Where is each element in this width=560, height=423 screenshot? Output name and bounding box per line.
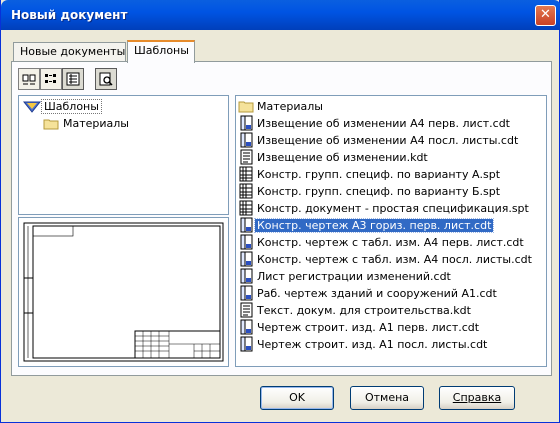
tree-item-templates[interactable]: Шаблоны [23,99,203,115]
drawing-file-icon [240,336,253,352]
list-view-icon [66,72,80,86]
help-button[interactable]: Справка [439,386,515,410]
close-button[interactable]: ✕ [535,5,556,26]
cancel-button[interactable]: Отмена [350,386,424,410]
specification-file-icon [239,166,253,182]
drawing-file-icon [240,285,253,301]
preview-toggle-icon [99,72,113,86]
templates-folder-icon [23,101,41,113]
template-preview [18,217,229,367]
specification-file-icon [239,200,253,216]
file-name: Извещение об изменении.kdt [257,151,428,164]
file-name: Констр. чертеж с табл. изм. А4 перв. лис… [257,236,524,249]
tree-item-materials[interactable]: Материалы [43,116,203,132]
file-name: Констр. групп. специф. по варианту А.spt [257,168,501,181]
drawing-file-icon [240,234,253,250]
drawing-file-icon [240,268,253,284]
preview-toggle-button[interactable] [95,68,117,90]
small-icons-view-button[interactable] [40,68,62,90]
ok-button[interactable]: OK [260,386,334,410]
tab-templates[interactable]: Шаблоны [127,40,195,63]
large-icons-view-icon [22,74,36,85]
drawing-file-icon [240,251,253,267]
list-view-button[interactable] [62,68,84,90]
drawing-preview-image [23,222,224,362]
small-icons-view-icon [45,74,56,83]
drawing-file-icon [240,217,253,233]
close-icon: ✕ [540,7,551,22]
file-name: Чертеж строит. изд. А1 перв. лист.cdt [257,321,480,334]
tree-item-materials-label: Материалы [63,117,129,130]
tab-new-documents[interactable]: Новые документы [13,42,126,61]
template-file-list[interactable]: Материалы Извещение об изменении А4 перв.… [235,95,547,367]
specification-file-icon [239,183,253,199]
drawing-file-icon [240,115,253,131]
large-icons-view-button[interactable] [18,68,40,90]
new-document-dialog: Новый документ ✕ Новые документы Шаблоны [0,0,560,423]
file-name: Текст. докум. для строительства.kdt [257,304,471,317]
folder-tree[interactable]: Шаблоны Материалы [18,95,229,215]
drawing-file-icon [240,132,253,148]
tab-templates-label: Шаблоны [134,44,189,57]
drawing-file-icon [240,319,253,335]
folder-icon [43,119,59,130]
file-name: Констр. документ - простая спецификация.… [257,202,529,215]
file-name: Материалы [257,100,323,113]
file-name: Извещение об изменении А4 посл. листы.cd… [257,134,519,147]
text-document-file-icon [240,149,253,165]
window-title: Новый документ [11,8,128,22]
file-name: Констр. групп. специф. по варианту Б.spt [257,185,501,198]
title-bar[interactable]: Новый документ ✕ [1,0,560,30]
file-name: Констр. чертеж с табл. изм. А4 посл. лис… [257,253,532,266]
file-name: Раб. чертеж зданий и сооружений А1.cdt [257,287,497,300]
text-document-file-icon [240,302,253,318]
help-button-label: Справка [452,391,502,404]
tab-new-documents-label: Новые документы [20,45,126,58]
folder-icon [238,101,254,113]
tree-item-templates-label: Шаблоны [41,99,102,114]
file-name: Извещение об изменении А4 перв. лист.cdt [257,117,510,130]
file-name: Констр. чертеж А3 гориз. перв. лист.cdt [253,218,495,233]
file-name: Чертеж строит. изд. А1 посл. листы.cdt [257,338,488,351]
file-name: Лист регистрации изменений.cdt [257,270,451,283]
